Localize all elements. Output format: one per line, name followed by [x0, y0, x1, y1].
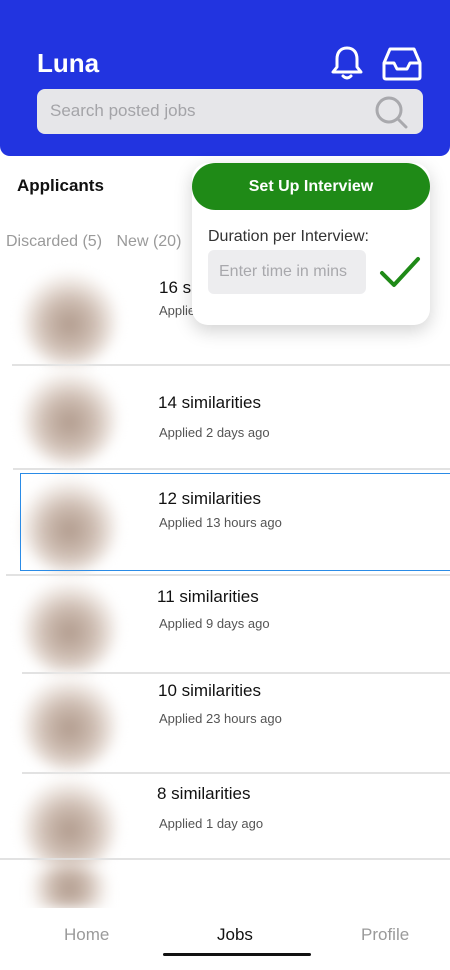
checkmark-icon[interactable]: [378, 255, 422, 289]
app-title: Luna: [37, 48, 100, 78]
duration-input[interactable]: Enter time in mins: [208, 250, 366, 294]
list-item[interactable]: 8 similarities Applied 1 day ago: [0, 774, 450, 873]
avatar: [22, 676, 117, 771]
avatar: [22, 864, 117, 908]
tab-discarded[interactable]: Discarded (5): [6, 233, 102, 250]
applied-time: Applied 9 days ago: [159, 616, 270, 631]
applied-time: Applied 2 days ago: [159, 425, 270, 440]
app-header: Luna Search posted jobs: [0, 0, 450, 156]
set-up-interview-button[interactable]: Set Up Interview: [192, 163, 430, 210]
active-tab-indicator: [163, 953, 311, 956]
list-item[interactable]: 11 similarities Applied 9 days ago: [0, 576, 450, 675]
search-placeholder: Search posted jobs: [50, 101, 196, 120]
search-icon[interactable]: [373, 94, 409, 130]
interview-popup: Set Up Interview Duration per Interview:…: [192, 163, 430, 325]
list-item[interactable]: [0, 860, 450, 908]
nav-jobs[interactable]: Jobs: [217, 925, 253, 945]
similarity-count: 14 similarities: [158, 393, 261, 412]
similarity-count: 8 similarities: [157, 784, 251, 803]
bell-icon[interactable]: [328, 44, 366, 82]
inbox-icon[interactable]: [381, 46, 423, 82]
avatar: [22, 580, 117, 675]
selected-row-highlight: [20, 473, 450, 571]
status-tabs: Discarded (5) New (20): [6, 233, 191, 251]
avatar: [22, 272, 117, 367]
duration-label: Duration per Interview:: [208, 228, 369, 245]
applicants-heading: Applicants: [17, 176, 104, 195]
avatar: [22, 370, 117, 465]
applied-time: Applied 1 day ago: [159, 816, 264, 831]
nav-home[interactable]: Home: [64, 925, 109, 945]
similarity-count: 10 similarities: [158, 681, 261, 700]
list-item[interactable]: 14 similarities Applied 2 days ago: [0, 366, 450, 470]
applied-time: Applied 23 hours ago: [159, 711, 282, 726]
tab-new[interactable]: New (20): [116, 233, 181, 250]
bottom-nav: Home Jobs Profile: [0, 908, 450, 970]
list-item[interactable]: 10 similarities Applied 23 hours ago: [0, 674, 450, 774]
search-input[interactable]: Search posted jobs: [37, 89, 423, 134]
nav-profile[interactable]: Profile: [361, 925, 409, 945]
similarity-count: 11 similarities: [157, 587, 259, 606]
